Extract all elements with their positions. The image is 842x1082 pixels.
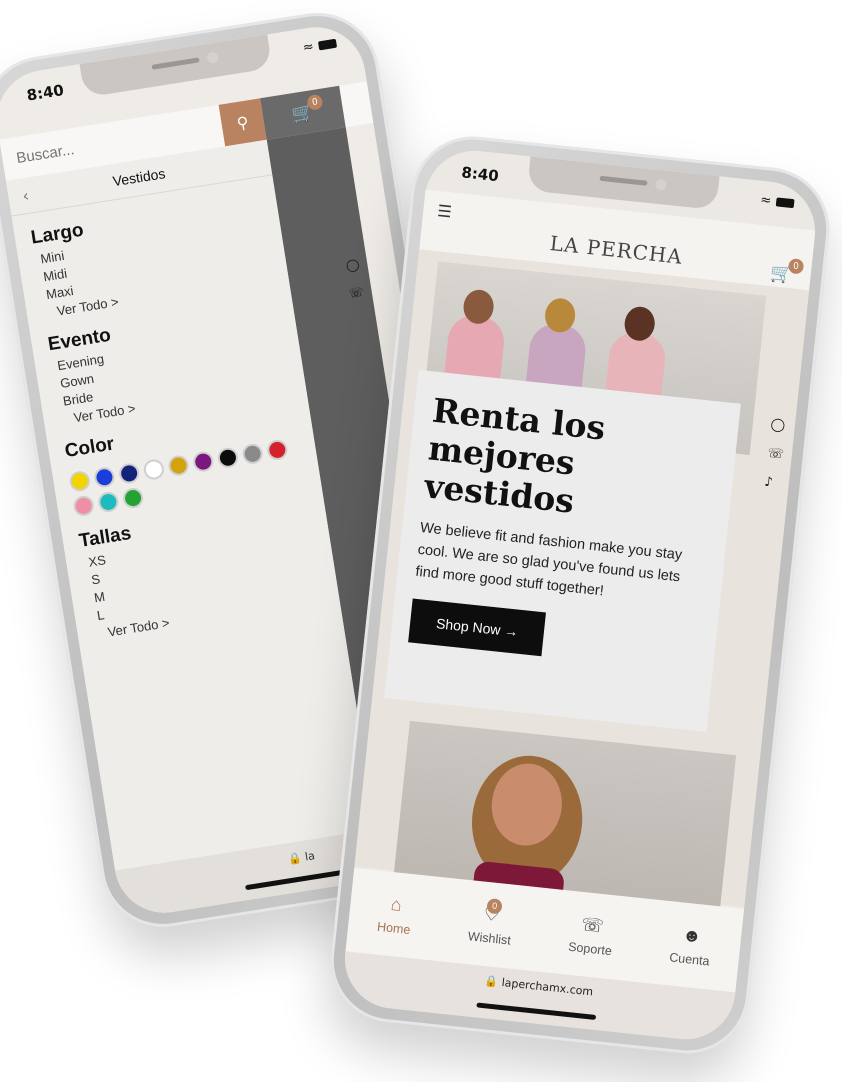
battery-icon	[775, 197, 795, 209]
wifi-icon: ≈	[301, 39, 317, 56]
color-swatch[interactable]	[121, 486, 145, 510]
color-swatch[interactable]	[265, 438, 289, 462]
tab-support[interactable]: ☏ Soporte	[568, 912, 616, 957]
wifi-icon: ≈	[759, 192, 774, 209]
social-links: ◯ ☏ ♪	[764, 417, 788, 491]
hero-title: Renta los mejores vestidos	[422, 390, 608, 521]
color-swatch[interactable]	[96, 490, 120, 514]
color-swatch[interactable]	[117, 461, 141, 485]
wishlist-badge: 0	[486, 897, 503, 915]
url-text: la	[304, 849, 316, 864]
color-swatch[interactable]	[167, 454, 190, 477]
whatsapp-icon[interactable]: ☏	[348, 285, 365, 301]
hero-section: ◯ ☏ ♪ Renta los mejores vestidos We beli…	[354, 249, 810, 915]
hero-card: Renta los mejores vestidos We believe fi…	[384, 369, 741, 732]
notch	[527, 156, 720, 211]
search-icon: ⚲	[235, 112, 250, 133]
speaker	[599, 175, 648, 186]
instagram-icon[interactable]: ◯	[345, 257, 360, 273]
lock-icon: 🔒	[287, 851, 303, 867]
mockup-stage: 8:40 ≈ ⚲ 🛒 0 ◯ ☏ ‹ Vestidos	[0, 0, 842, 1082]
tab-account[interactable]: ☻ Cuenta	[669, 923, 713, 968]
tiktok-icon[interactable]: ♪	[764, 475, 782, 492]
instagram-icon[interactable]: ◯	[770, 417, 788, 434]
color-swatch[interactable]	[142, 458, 166, 481]
home-icon: ⌂	[389, 893, 403, 915]
status-time: 8:40	[25, 81, 66, 105]
model-head	[461, 288, 496, 326]
notch	[79, 34, 273, 98]
status-icons: ≈	[760, 193, 795, 211]
status-icons: ≈	[302, 36, 338, 56]
tab-wishlist[interactable]: ♡ 0 Wishlist	[467, 897, 514, 948]
model-head	[543, 296, 577, 334]
lock-icon: 🔒	[483, 974, 499, 989]
status-time: 8:40	[460, 163, 500, 186]
model-head	[622, 305, 657, 343]
color-swatch[interactable]	[72, 494, 96, 518]
cart-button[interactable]: 🛒 0	[769, 258, 805, 285]
battery-icon	[317, 38, 338, 51]
search-button[interactable]: ⚲	[218, 98, 267, 147]
tab-label: Cuenta	[668, 949, 711, 969]
camera-dot	[206, 51, 219, 64]
tab-home[interactable]: ⌂ Home	[376, 892, 413, 936]
shop-now-button[interactable]: Shop Now →	[408, 598, 547, 657]
color-swatch[interactable]	[93, 465, 116, 489]
tab-label: Home	[376, 919, 412, 937]
speaker	[151, 57, 200, 70]
front-phone-screen: 8:40 ≈ ☰ LA PERCHA 🛒 0 ◯ ☏ ♪ Renta los m…	[340, 145, 820, 1045]
user-icon: ☻	[681, 924, 703, 947]
hero-text: We believe fit and fashion make you stay…	[414, 519, 683, 600]
whatsapp-icon: ☏	[580, 913, 605, 936]
color-swatch[interactable]	[241, 442, 265, 466]
tab-label: Wishlist	[467, 928, 512, 948]
color-swatch[interactable]	[68, 469, 92, 493]
url-text: laperchamx.com	[501, 975, 594, 999]
color-swatch[interactable]	[216, 446, 240, 470]
tab-label: Soporte	[567, 939, 613, 958]
color-swatch[interactable]	[191, 450, 215, 474]
camera-dot	[654, 178, 667, 191]
whatsapp-icon[interactable]: ☏	[767, 446, 785, 463]
